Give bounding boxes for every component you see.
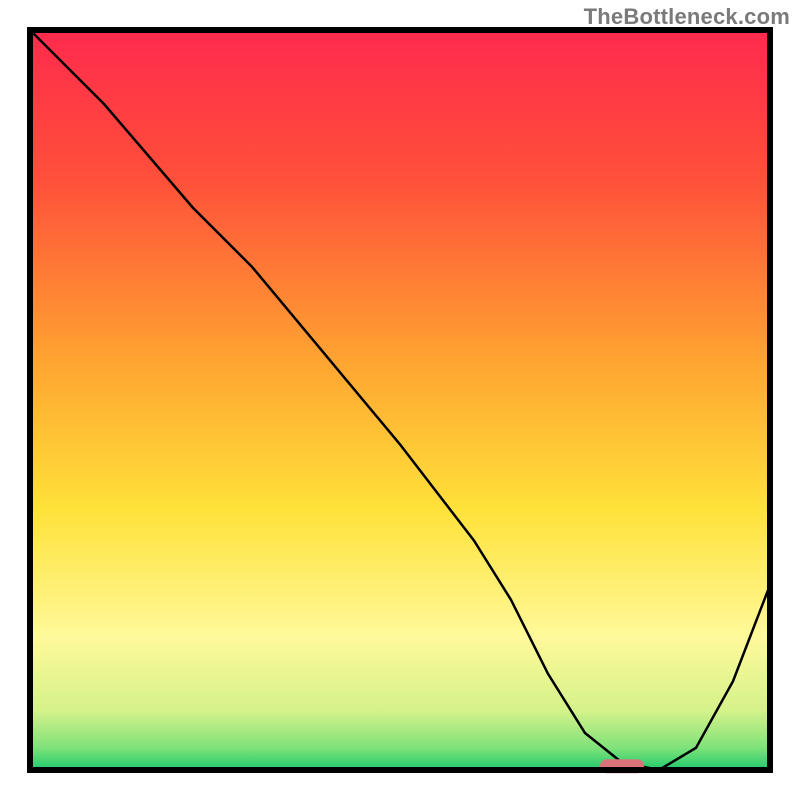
- bottleneck-chart: [0, 0, 800, 800]
- chart-container: TheBottleneck.com: [0, 0, 800, 800]
- gradient-background: [30, 30, 770, 770]
